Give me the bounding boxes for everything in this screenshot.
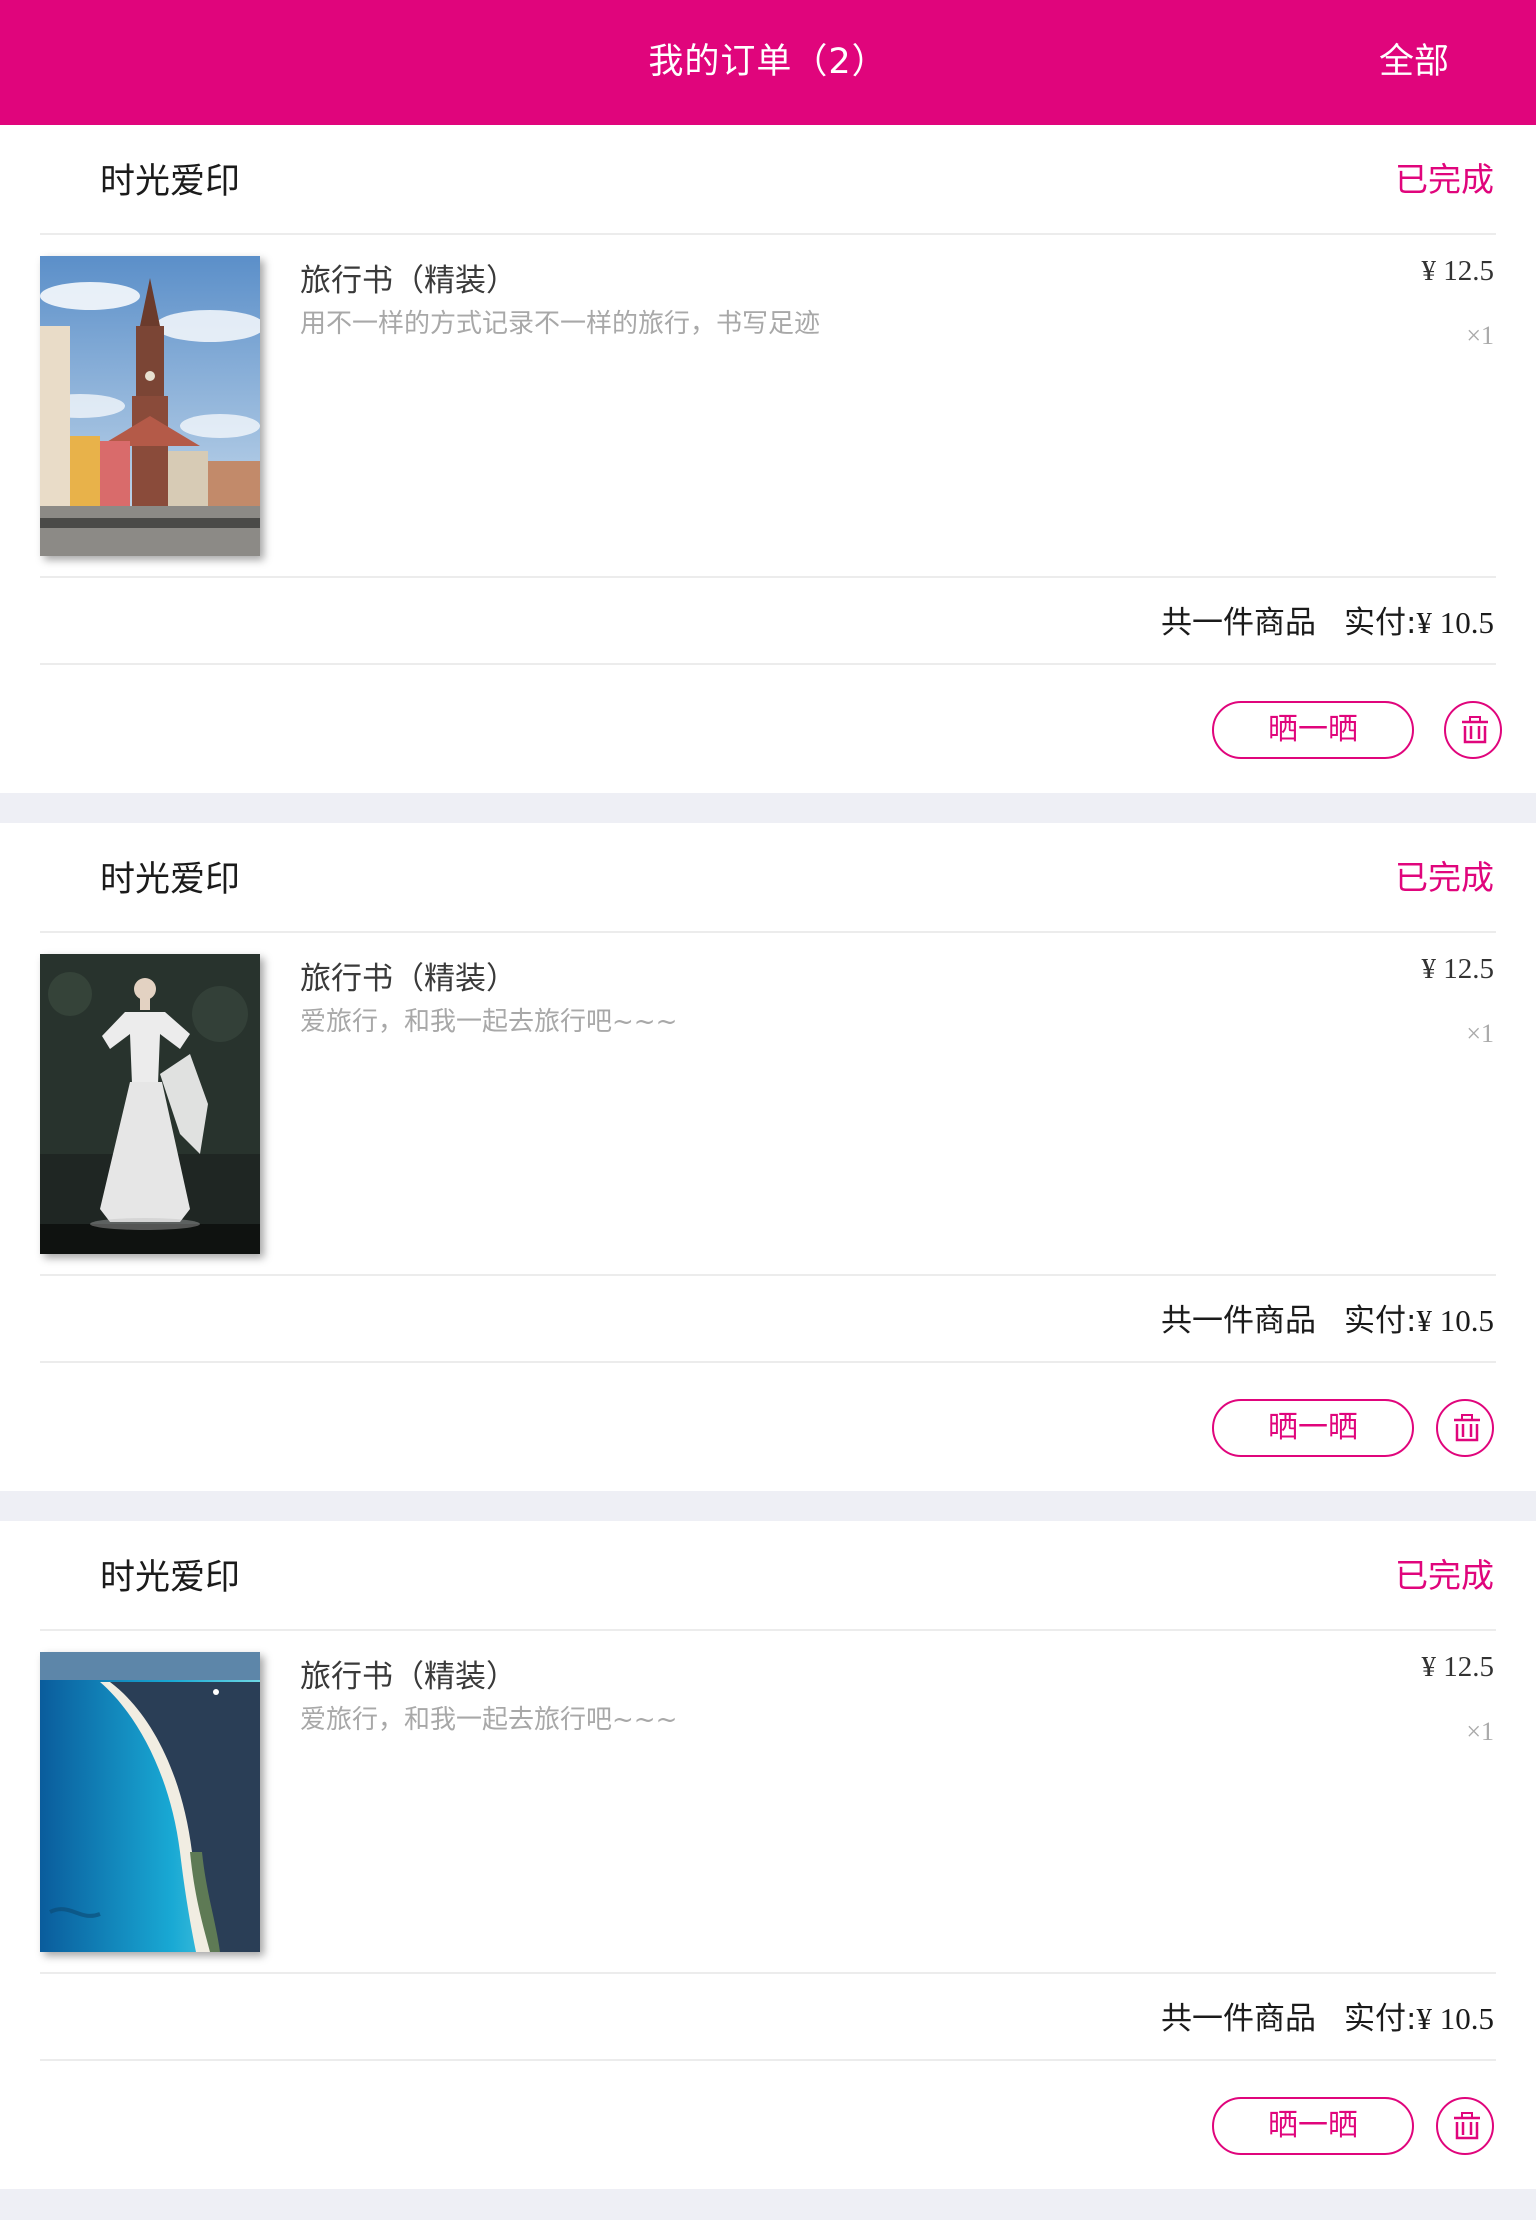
order-summary: 共一件商品 实付:¥ 10.5 (1161, 597, 1494, 642)
product-title[interactable]: 旅行书（精装） (300, 255, 517, 300)
shop-name: 时光爱印 (100, 162, 241, 202)
product-price: ¥ 12.5 (1421, 255, 1495, 287)
product-title[interactable]: 旅行书（精装） (300, 953, 517, 998)
page-title: 我的订单（2） (648, 42, 888, 82)
product-quantity: ×1 (1466, 321, 1494, 350)
order-status: 已完成 (1395, 1556, 1494, 1595)
divider (40, 663, 1496, 665)
divider (40, 233, 1496, 235)
share-button[interactable]: 晒一晒 (1212, 2097, 1414, 2155)
product-quantity: ×1 (1466, 1717, 1494, 1746)
divider (40, 1629, 1496, 1631)
divider (40, 1361, 1496, 1363)
product-description: 用不一样的方式记录不一样的旅行，书写足迹 (300, 309, 821, 339)
product-description: 爱旅行，和我一起去旅行吧~~~ (300, 1705, 678, 1735)
delete-button[interactable] (1436, 1399, 1494, 1457)
trash-icon (1462, 716, 1488, 744)
product-quantity: ×1 (1466, 1019, 1494, 1048)
shop-name: 时光爱印 (100, 1558, 241, 1598)
product-image[interactable] (40, 1652, 260, 1952)
product-price: ¥ 12.5 (1421, 1651, 1495, 1683)
order-card: 时光爱印 已完成 旅行书（精装） 爱旅行，和我一起去旅行吧~~~ ¥ 12.5 … (0, 1521, 1536, 2189)
order-status: 已完成 (1395, 858, 1494, 897)
product-image[interactable] (40, 256, 260, 556)
delete-button[interactable] (1436, 2097, 1494, 2155)
paid-label: 实付: (1344, 605, 1417, 641)
item-count: 共一件商品 (1161, 2001, 1317, 2037)
divider (40, 1972, 1496, 1974)
trash-icon (1454, 1414, 1480, 1442)
paid-amount: ¥ 10.5 (1416, 2001, 1495, 2036)
filter-all-button[interactable]: 全部 (1379, 0, 1449, 125)
top-bar: 我的订单（2） 全部 (0, 0, 1536, 125)
divider (40, 576, 1496, 578)
order-summary: 共一件商品 实付:¥ 10.5 (1161, 1295, 1494, 1340)
item-count: 共一件商品 (1161, 605, 1317, 641)
product-price: ¥ 12.5 (1421, 953, 1495, 985)
share-button[interactable]: 晒一晒 (1212, 1399, 1414, 1457)
paid-amount: ¥ 10.5 (1416, 605, 1495, 640)
delete-button[interactable] (1444, 701, 1502, 759)
order-status: 已完成 (1395, 160, 1494, 199)
divider (40, 2059, 1496, 2061)
paid-label: 实付: (1344, 1303, 1417, 1339)
product-image[interactable] (40, 954, 260, 1254)
shop-name: 时光爱印 (100, 860, 241, 900)
product-description: 爱旅行，和我一起去旅行吧~~~ (300, 1007, 678, 1037)
trash-icon (1454, 2112, 1480, 2140)
paid-label: 实付: (1344, 2001, 1417, 2037)
divider (40, 1274, 1496, 1276)
order-card: 时光爱印 已完成 旅行书（精装） 爱旅行，和我一起去旅行吧~~~ ¥ 12.5 … (0, 823, 1536, 1491)
item-count: 共一件商品 (1161, 1303, 1317, 1339)
order-summary: 共一件商品 实付:¥ 10.5 (1161, 1993, 1494, 2038)
product-title[interactable]: 旅行书（精装） (300, 1651, 517, 1696)
paid-amount: ¥ 10.5 (1416, 1303, 1495, 1338)
share-button[interactable]: 晒一晒 (1212, 701, 1414, 759)
divider (40, 931, 1496, 933)
order-card: 时光爱印 已完成 旅行书（精装） 用不一样的方式记录不一样的旅行，书写足迹 ¥ … (0, 125, 1536, 793)
